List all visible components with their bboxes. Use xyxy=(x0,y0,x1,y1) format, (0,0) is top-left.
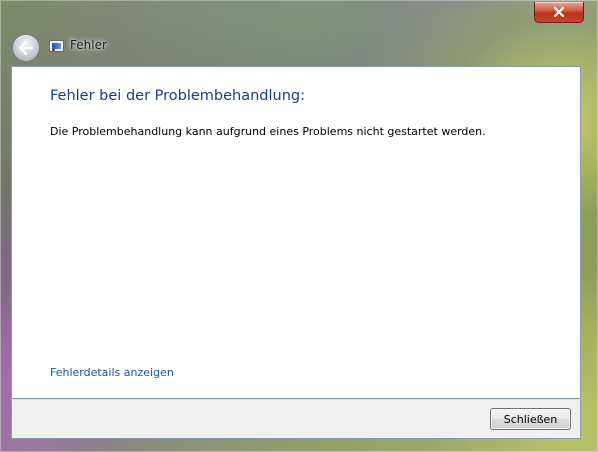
error-message: Die Problembehandlung kann aufgrund eine… xyxy=(50,125,486,138)
error-details-link[interactable]: Fehlerdetails anzeigen xyxy=(50,366,174,379)
window-title: Fehler xyxy=(70,38,107,52)
close-button[interactable]: Schließen xyxy=(490,408,571,430)
close-icon xyxy=(553,7,565,17)
back-button[interactable] xyxy=(12,34,40,62)
page-title: Fehler bei der Problembehandlung: xyxy=(50,88,306,104)
back-arrow-icon xyxy=(18,41,34,55)
dialog-footer: Schließen xyxy=(11,399,581,439)
dialog-content: Fehler bei der Problembehandlung: Die Pr… xyxy=(11,66,581,399)
troubleshooting-icon xyxy=(49,40,64,52)
window-close-button[interactable] xyxy=(534,2,584,23)
